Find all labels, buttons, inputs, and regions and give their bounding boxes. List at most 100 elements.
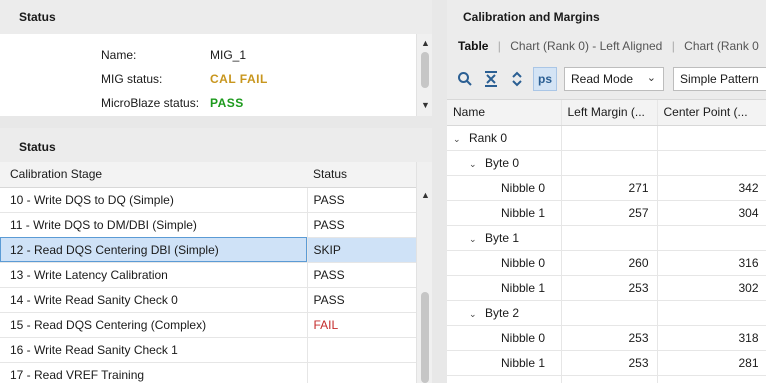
col-name[interactable]: Name (447, 100, 562, 126)
margin-row-label: Byte 0 (485, 155, 520, 170)
cal-stage-row[interactable]: 17 - Read VREF Training (0, 362, 417, 383)
search-icon[interactable] (453, 67, 477, 91)
cal-stage-row[interactable]: 15 - Read DQS Centering (Complex) FAIL (0, 312, 417, 338)
margin-row-name-cell: ⌄ Byte 0 (447, 150, 562, 176)
cal-stage-status (307, 362, 417, 383)
margin-tree-row[interactable]: Nibble 0 253 318 (447, 325, 766, 351)
collapse-all-icon[interactable] (479, 67, 503, 91)
margin-tree-row[interactable]: ›Byte 3 (447, 375, 766, 383)
cal-stage-table: Calibration Stage Status 10 - Write DQS … (0, 162, 417, 383)
cal-scroll-thumb[interactable] (421, 292, 429, 383)
left-margin-value: 257 (561, 200, 658, 226)
cal-stage-name: 12 - Read DQS Centering DBI (Simple) (0, 237, 308, 263)
margin-row-name-cell: ⌄ Byte 1 (447, 225, 562, 251)
margin-row-label: Nibble 0 (501, 330, 546, 345)
cal-stage-row[interactable]: 16 - Write Read Sanity Check 1 (0, 337, 417, 363)
margin-tree-row[interactable]: ⌄ Rank 0 (447, 125, 766, 151)
cal-scrollbar[interactable]: ▲ (416, 162, 432, 383)
tab-chart-left-aligned[interactable]: Chart (Rank 0) - Left Aligned (510, 39, 662, 53)
status-panel: Status Name: MIG_1 MIG status: CAL FAIL Micr… (0, 0, 432, 116)
center-point-value: 318 (657, 325, 766, 351)
cal-stage-status: PASS (307, 187, 417, 213)
margins-panel-title: Calibration and Margins (447, 0, 766, 34)
cal-stage-name: 15 - Read DQS Centering (Complex) (0, 312, 308, 338)
left-margin-value (561, 225, 658, 251)
expand-chevron-icon[interactable]: ⌄ (469, 234, 481, 245)
scroll-up-arrow[interactable]: ▲ (421, 190, 430, 200)
cal-stage-row[interactable]: 14 - Write Read Sanity Check 0 PASS (0, 287, 417, 313)
center-point-value (657, 150, 766, 176)
status-scrollbar[interactable]: ▲ ▼ (416, 34, 432, 116)
cal-stage-row[interactable]: 10 - Write DQS to DQ (Simple) PASS (0, 187, 417, 213)
status-scroll-thumb[interactable] (421, 52, 429, 88)
expand-chevron-icon[interactable]: ⌄ (469, 309, 481, 320)
margin-tree-row[interactable]: ⌄ Byte 1 (447, 225, 766, 251)
cal-table-header: Calibration Stage Status (0, 162, 416, 188)
cal-stage-name: 14 - Write Read Sanity Check 0 (0, 287, 308, 313)
status-field-label: MIG status: (101, 72, 163, 86)
col-left-margin[interactable]: Left Margin (... (561, 100, 658, 126)
tab-separator: | (671, 39, 675, 53)
margin-row-name-cell: Nibble 0 (447, 250, 562, 276)
cal-stage-panel: Status Calibration Stage Status 10 - Wri… (0, 128, 432, 383)
cal-stage-name: 10 - Write DQS to DQ (Simple) (0, 187, 308, 213)
read-mode-value: Read Mode (571, 72, 634, 86)
center-point-value: 302 (657, 275, 766, 301)
margin-row-label: Byte 1 (485, 230, 520, 245)
tab-table[interactable]: Table (458, 39, 488, 53)
margin-tree-row[interactable]: Nibble 1 253 281 (447, 350, 766, 376)
col-status[interactable]: Status (307, 162, 416, 188)
margin-row-label: Byte 2 (485, 305, 520, 320)
left-margin-value: 260 (561, 250, 658, 276)
margin-row-name-cell: ⌄ Byte 2 (447, 300, 562, 326)
margins-table: Name Left Margin (... Center Point (... … (447, 100, 766, 383)
left-margin-value (561, 300, 658, 326)
margin-tree-row[interactable]: ⌄ Byte 2 (447, 300, 766, 326)
margin-tree-row[interactable]: ⌄ Byte 0 (447, 150, 766, 176)
expand-all-icon[interactable] (505, 67, 529, 91)
center-point-value: 304 (657, 200, 766, 226)
tab-chart-rank0[interactable]: Chart (Rank 0 (684, 39, 759, 53)
margin-row-label: Rank 0 (469, 130, 508, 145)
expand-chevron-icon[interactable]: ⌄ (469, 159, 481, 170)
read-mode-dropdown[interactable]: Read Mode ⌄ (564, 67, 664, 91)
margin-row-name-cell: ⌄ Rank 0 (447, 125, 562, 151)
margins-table-header: Name Left Margin (... Center Point (... (447, 100, 766, 126)
margin-tree-row[interactable]: Nibble 1 257 304 (447, 200, 766, 226)
margin-row-name-cell: Nibble 1 (447, 200, 562, 226)
cal-stage-row[interactable]: 12 - Read DQS Centering DBI (Simple) SKIP (0, 237, 417, 263)
margin-row-name-cell: ›Byte 3 (447, 375, 562, 383)
margin-row-name-cell: Nibble 1 (447, 350, 562, 376)
cal-stage-name: 13 - Write Latency Calibration (0, 262, 308, 288)
pattern-value: Simple Pattern (680, 72, 759, 86)
left-margin-value: 253 (561, 275, 658, 301)
left-margin-value (561, 150, 658, 176)
margin-tree-row[interactable]: Nibble 1 253 302 (447, 275, 766, 301)
margin-row-label: Nibble 0 (501, 255, 546, 270)
cal-stage-name: 17 - Read VREF Training (0, 362, 308, 383)
margin-tree-row[interactable]: Nibble 0 260 316 (447, 250, 766, 276)
col-calibration-stage[interactable]: Calibration Stage (0, 162, 307, 188)
left-margin-value (561, 375, 658, 383)
ps-units-toggle[interactable]: ps (533, 67, 557, 91)
cal-panel-title: Status (0, 128, 432, 162)
cal-stage-row[interactable]: 11 - Write DQS to DM/DBI (Simple) PASS (0, 212, 417, 238)
status-field-value: CAL FAIL (210, 72, 268, 86)
cal-stage-name: 16 - Write Read Sanity Check 1 (0, 337, 308, 363)
scroll-up-arrow[interactable]: ▲ (421, 38, 430, 48)
scroll-down-arrow[interactable]: ▼ (421, 100, 430, 110)
col-center-point[interactable]: Center Point (... (657, 100, 766, 126)
margin-tree-row[interactable]: Nibble 0 271 342 (447, 175, 766, 201)
center-point-value: 316 (657, 250, 766, 276)
cal-stage-status (307, 337, 417, 363)
left-margin-value: 271 (561, 175, 658, 201)
cal-stage-name: 11 - Write DQS to DM/DBI (Simple) (0, 212, 308, 238)
center-point-value: 281 (657, 350, 766, 376)
left-margin-value (561, 125, 658, 151)
cal-stage-row[interactable]: 13 - Write Latency Calibration PASS (0, 262, 417, 288)
pattern-dropdown[interactable]: Simple Pattern (673, 67, 766, 91)
cal-stage-status: PASS (307, 287, 417, 313)
cal-stage-status: SKIP (307, 237, 417, 263)
expand-chevron-icon[interactable]: ⌄ (453, 134, 465, 145)
chevron-down-icon: ⌄ (646, 72, 656, 84)
